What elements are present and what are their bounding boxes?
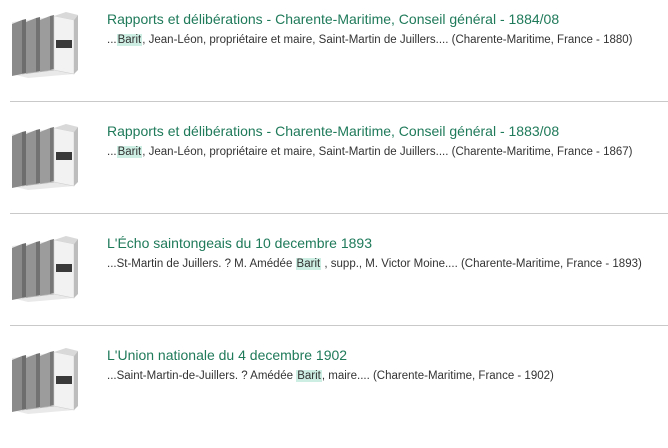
book-volumes-icon[interactable] xyxy=(8,8,80,80)
snippet-text: , maire.... (Charente-Maritime, France -… xyxy=(321,370,554,382)
result-snippet: ...Barit, Jean-Léon, propriétaire et mai… xyxy=(107,146,632,158)
snippet-text: ...Saint-Martin-de-Juillers. ? Amédée xyxy=(107,370,297,382)
snippet-text: ...St-Martin de Juillers. ? M. Amédée xyxy=(107,258,296,270)
book-volumes-icon[interactable] xyxy=(8,344,80,416)
result-item: Rapports et délibérations - Charente-Mar… xyxy=(0,0,668,112)
result-item: L'Écho saintongeais du 10 decembre 1893 … xyxy=(0,224,668,336)
search-results-list: Rapports et délibérations - Charente-Mar… xyxy=(0,0,668,426)
search-term-highlight: Barit xyxy=(116,34,143,46)
result-snippet: ...St-Martin de Juillers. ? M. Amédée Ba… xyxy=(107,258,642,270)
search-term-highlight: Barit xyxy=(296,370,322,382)
snippet-text: , Jean-Léon, propriétaire et maire, Sain… xyxy=(142,34,633,46)
result-title-link[interactable]: L'Union nationale du 4 decembre 1902 xyxy=(107,347,347,363)
book-volumes-icon[interactable] xyxy=(8,120,80,192)
search-term-highlight: Barit xyxy=(295,258,322,270)
snippet-text: ... xyxy=(107,146,117,158)
result-snippet: ...Barit, Jean-Léon, propriétaire et mai… xyxy=(107,34,632,46)
result-divider xyxy=(10,213,668,214)
search-term-highlight: Barit xyxy=(116,146,143,158)
result-title-link[interactable]: Rapports et délibérations - Charente-Mar… xyxy=(107,123,559,139)
result-title-link[interactable]: L'Écho saintongeais du 10 decembre 1893 xyxy=(107,235,372,251)
snippet-text: , supp., M. Victor Moine.... (Charente-M… xyxy=(321,258,642,270)
result-item: L'Union nationale du 4 decembre 1902 ...… xyxy=(0,336,668,448)
result-snippet: ...Saint-Martin-de-Juillers. ? Amédée Ba… xyxy=(107,370,554,382)
snippet-text: , Jean-Léon, propriétaire et maire, Sain… xyxy=(142,146,633,158)
result-item: Rapports et délibérations - Charente-Mar… xyxy=(0,112,668,224)
result-divider xyxy=(10,325,668,326)
book-volumes-icon[interactable] xyxy=(8,232,80,304)
snippet-text: ... xyxy=(107,34,117,46)
result-divider xyxy=(10,101,668,102)
result-title-link[interactable]: Rapports et délibérations - Charente-Mar… xyxy=(107,11,559,27)
